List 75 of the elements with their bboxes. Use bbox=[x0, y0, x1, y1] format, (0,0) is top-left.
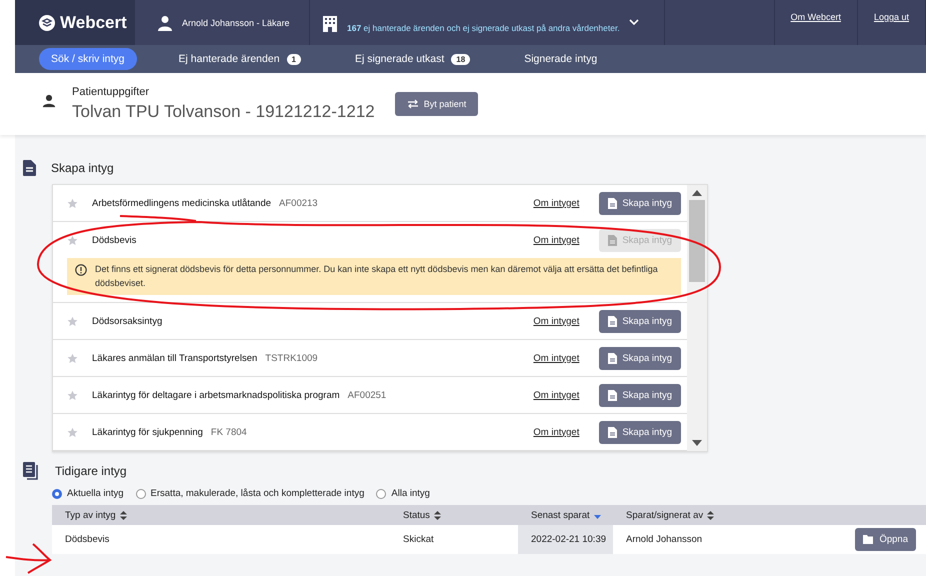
column-header[interactable]: Sparat/signerat av bbox=[613, 505, 803, 525]
section-title: Tidigare intyg bbox=[55, 464, 127, 478]
star-icon[interactable] bbox=[67, 426, 78, 438]
unit-notice[interactable]: 167 ej hanterade ärenden och ej signerade utkast på andra vårdenheter. bbox=[347, 12, 620, 32]
count-badge: 1 bbox=[286, 54, 301, 64]
about-link[interactable]: Om intyget bbox=[533, 198, 580, 208]
create-certificate-button[interactable]: Skapa intyg bbox=[599, 384, 681, 406]
sort-icon[interactable] bbox=[707, 510, 714, 520]
nav-tab[interactable]: Sök / skriv intyg bbox=[39, 48, 137, 70]
star-icon[interactable] bbox=[67, 352, 78, 364]
certificate-code: FK 7804 bbox=[210, 426, 247, 438]
user-name: Arnold Johansson - Läkare bbox=[182, 18, 290, 28]
document-icon bbox=[23, 160, 36, 176]
certificate-name: Läkarintyg för deltagare i arbetsmarknadspolitiska program bbox=[92, 390, 340, 400]
star-icon[interactable] bbox=[67, 198, 78, 208]
nav-tab[interactable]: Ej signerade utkast 18 bbox=[342, 48, 482, 70]
section-title: Skapa intyg bbox=[51, 161, 114, 175]
nav-tab[interactable]: Signerade intyg bbox=[512, 48, 610, 70]
column-header[interactable]: Typ av intyg bbox=[52, 505, 390, 525]
table-cell-text: Skickat bbox=[402, 533, 435, 547]
scroll-up-icon[interactable] bbox=[692, 190, 702, 196]
sort-icon[interactable] bbox=[434, 510, 441, 520]
certificate-name: Dödsorsaksintyg bbox=[92, 316, 162, 326]
star-icon[interactable] bbox=[67, 316, 78, 326]
switch-patient-button[interactable]: Byt patient bbox=[394, 92, 478, 116]
about-link[interactable]: Om intyget bbox=[533, 316, 580, 326]
create-certificate-button[interactable]: Skapa intyg bbox=[599, 346, 681, 370]
table-cell: 2022-02-21 10:39 bbox=[518, 525, 613, 554]
column-header[interactable]: Senast sparat bbox=[518, 505, 613, 525]
certificate-name: Dödsbevis bbox=[92, 234, 136, 246]
document-icon bbox=[608, 426, 618, 438]
patient-heading: Patientuppgifter bbox=[72, 86, 150, 98]
about-link[interactable]: Om intyget bbox=[533, 426, 580, 438]
folder-icon bbox=[863, 535, 874, 544]
about-link[interactable]: Om intyget bbox=[533, 352, 580, 364]
chevron-down-icon[interactable] bbox=[628, 19, 639, 26]
document-icon bbox=[608, 352, 618, 364]
filter-radio[interactable]: Aktuella intyg bbox=[52, 488, 124, 499]
table-cell-text: Dödsbevis bbox=[64, 533, 110, 547]
person-icon bbox=[42, 94, 56, 108]
star-icon[interactable] bbox=[67, 234, 78, 246]
open-button[interactable]: Öppna bbox=[855, 528, 916, 551]
certificate-code: AF00251 bbox=[348, 390, 386, 400]
patient-name: Tolvan TPU Tolvanson - 19121212-1212 bbox=[72, 102, 375, 122]
swap-arrows-icon bbox=[406, 99, 419, 109]
person-icon bbox=[157, 14, 173, 30]
certificate-name: Läkares anmälan till Transportstyrelsen bbox=[92, 352, 258, 364]
star-icon[interactable] bbox=[67, 390, 78, 400]
scrollbar-thumb[interactable] bbox=[689, 200, 705, 282]
filter-radio[interactable]: Ersatta, makulerade, låsta och kompletterade intyg bbox=[136, 488, 364, 499]
documents-icon bbox=[23, 462, 40, 480]
column-header[interactable]: Status bbox=[390, 505, 518, 525]
nav-tab[interactable]: Ej hanterade ärenden 1 bbox=[166, 48, 313, 70]
logo-icon bbox=[39, 14, 55, 30]
building-icon bbox=[322, 14, 338, 32]
document-icon bbox=[608, 390, 618, 400]
warning-text: Det finns ett signerat dödsbevis för detta personnummer. Du kan inte skapa ett nytt dödsbevis men kan däremot välja att ersätta det befintliga dödsbeviset. bbox=[95, 263, 659, 290]
certificate-name: Arbetsförmedlingens medicinska utlåtande bbox=[92, 198, 272, 208]
scroll-down-icon[interactable] bbox=[692, 440, 702, 446]
certificate-code: AF00213 bbox=[279, 198, 318, 208]
scrollbar[interactable] bbox=[687, 185, 707, 451]
create-certificate-button[interactable]: Skapa intyg bbox=[599, 310, 681, 332]
exclamation-icon bbox=[75, 264, 87, 276]
document-icon bbox=[608, 316, 618, 326]
sort-icon[interactable] bbox=[120, 510, 127, 520]
create-certificate-button[interactable]: Skapa intyg bbox=[599, 420, 681, 444]
create-certificate-button[interactable]: Skapa intyg bbox=[599, 192, 681, 214]
document-icon bbox=[608, 234, 618, 246]
count-badge: 18 bbox=[451, 54, 470, 64]
document-icon bbox=[608, 198, 618, 208]
certificate-code: TSTRK1009 bbox=[265, 352, 318, 364]
about-link[interactable]: Om intyget bbox=[533, 390, 580, 400]
certificate-name: Läkarintyg för sjukpenning bbox=[92, 426, 203, 438]
table-cell-text: Arnold Johansson bbox=[625, 533, 704, 547]
filter-radio[interactable]: Alla intyg bbox=[376, 488, 430, 499]
